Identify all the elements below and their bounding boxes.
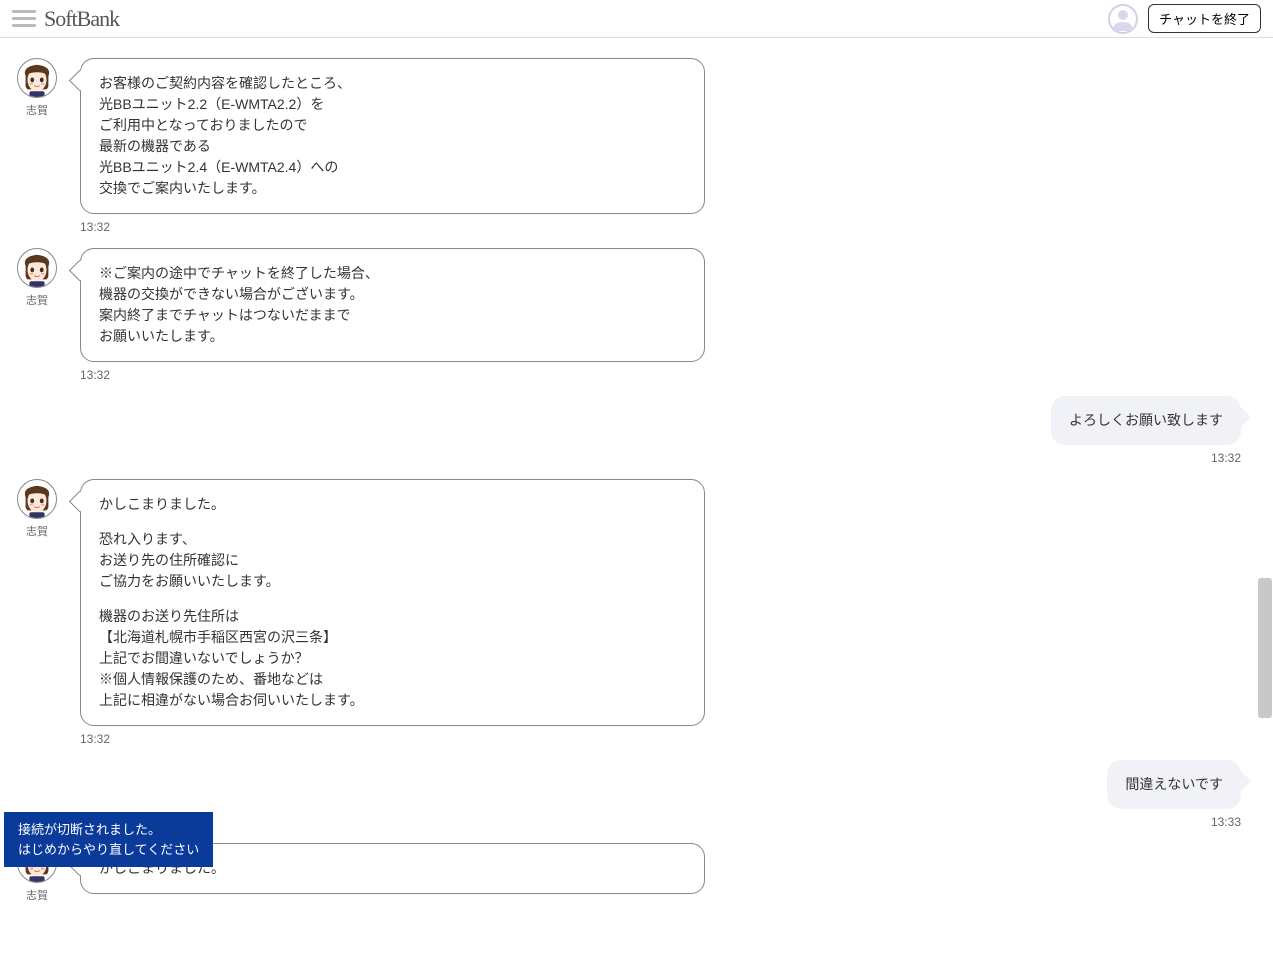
bubble-column: お客様のご契約内容を確認したところ、光BBユニット2.2（E-WMTA2.2）を… [80,58,705,234]
message-text-line: かしこまりました。 [99,494,686,515]
end-chat-button[interactable]: チャットを終了 [1148,4,1261,33]
bubble-column: よろしくお願い致します 13:32 [1051,396,1241,465]
message-text-line: 交換でご案内いたします。 [99,178,686,199]
disconnect-banner: 接続が切断されました。 はじめからやり直してください [4,812,213,867]
agent-name-label: 志賀 [12,887,62,903]
message-text-line: 機器のお送り先住所は [99,606,686,627]
message-text-line: ご協力をお願いいたします。 [99,571,686,592]
message-text-line: お願いいたします。 [99,326,686,347]
message-timestamp: 13:32 [80,368,705,382]
agent-name-label: 志賀 [12,292,62,308]
agent-message-bubble: かしこまりました。恐れ入ります、お送り先の住所確認にご協力をお願いいたします。機… [80,479,705,726]
message-text-line: 機器の交換ができない場合がございます。 [99,284,686,305]
message-text-line: 上記でお間違いないでしょうか？ [99,648,686,669]
message-text-line: ※ご案内の途中でチャットを終了した場合、 [99,263,686,284]
agent-name-label: 志賀 [12,102,62,118]
agent-avatar-col: 志賀 [12,479,62,539]
message-text-line: 【北海道札幌市手稲区西宮の沢三条】 [99,627,686,648]
header-right: チャットを終了 [1108,4,1261,34]
user-message-bubble: 間違えないです [1107,760,1241,809]
bubble-column: かしこまりました。恐れ入ります、お送り先の住所確認にご協力をお願いいたします。機… [80,479,705,746]
message-row: 志賀 かしこまりました。恐れ入ります、お送り先の住所確認にご協力をお願いいたします… [12,479,1261,746]
message-row: 志賀 ※ご案内の途中でチャットを終了した場合、機器の交換ができない場合がございます… [12,248,1261,382]
agent-message-bubble: ※ご案内の途中でチャットを終了した場合、機器の交換ができない場合がございます。案… [80,248,705,362]
message-timestamp: 13:32 [80,732,705,746]
header-left: SoftBank [12,6,119,32]
hamburger-menu-icon[interactable] [12,9,36,29]
message-text-line: お客様のご契約内容を確認したところ、 [99,73,686,94]
agent-avatar-icon [17,479,57,519]
message-text-line: 光BBユニット2.4（E-WMTA2.4）への [99,157,686,178]
message-text-line: 間違えないです [1125,774,1223,795]
agent-name-label: 志賀 [12,523,62,539]
agent-avatar-col: 志賀 [12,58,62,118]
message-text-line: お送り先の住所確認に [99,550,686,571]
message-timestamp: 13:33 [1107,815,1241,829]
message-text-line: 最新の機器である [99,136,686,157]
disconnect-line2: はじめからやり直してください [18,840,199,860]
message-text-line: 恐れ入ります、 [99,529,686,550]
user-message-bubble: よろしくお願い致します [1051,396,1241,445]
disconnect-line1: 接続が切断されました。 [18,820,199,840]
message-timestamp: 13:32 [80,220,705,234]
bubble-column: ※ご案内の途中でチャットを終了した場合、機器の交換ができない場合がございます。案… [80,248,705,382]
scrollbar-track [1257,38,1273,927]
agent-message-bubble: お客様のご契約内容を確認したところ、光BBユニット2.2（E-WMTA2.2）を… [80,58,705,214]
agent-avatar-icon [17,58,57,98]
message-row: よろしくお願い致します 13:32 [12,396,1261,465]
message-text-line: よろしくお願い致します [1069,410,1223,431]
message-text-line: ※個人情報保護のため、番地などは [99,669,686,690]
user-avatar-icon[interactable] [1108,4,1138,34]
agent-avatar-col: 志賀 [12,248,62,308]
app-header: SoftBank チャットを終了 [0,0,1273,38]
softbank-logo: SoftBank [44,6,119,32]
bubble-column: 間違えないです 13:33 [1107,760,1241,829]
message-row: 志賀 お客様のご契約内容を確認したところ、光BBユニット2.2（E-WMTA2.2… [12,58,1261,234]
agent-avatar-icon [17,248,57,288]
message-text-line: 光BBユニット2.2（E-WMTA2.2）を [99,94,686,115]
message-timestamp: 13:32 [1051,451,1241,465]
message-text-line: ご利用中となっておりましたので [99,115,686,136]
message-text-line: 上記に相違がない場合お伺いいたします。 [99,690,686,711]
scrollbar-thumb[interactable] [1258,578,1272,718]
message-text-line: 案内終了までチャットはつないだままで [99,305,686,326]
